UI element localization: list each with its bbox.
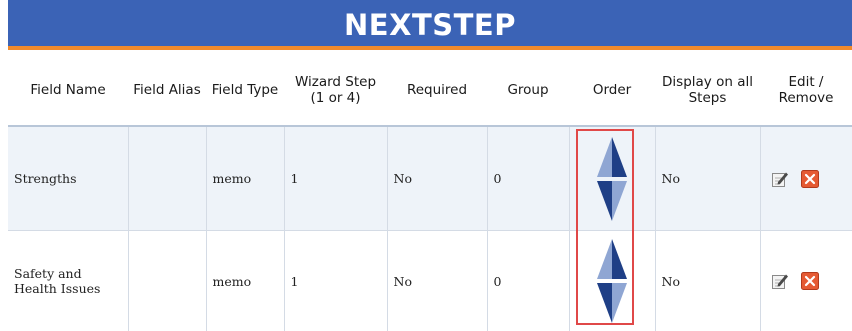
- column-header-edit-remove: Edit / Remove: [760, 54, 852, 127]
- display-all-cell: No: [654, 126, 760, 231]
- column-header-display-all: Display on all Steps: [655, 54, 760, 127]
- remove-icon[interactable]: [800, 272, 819, 290]
- table-header-row: Field Name Field Alias Field Type Wizard…: [8, 54, 852, 127]
- table-row: Strengths memo 1 No 0 No: [8, 126, 852, 231]
- column-header-wizard-step: Wizard Step (1 or 4): [284, 54, 387, 127]
- field-name-cell: Safety and Health Issues: [8, 230, 128, 331]
- remove-icon[interactable]: [800, 169, 819, 188]
- field-name-cell: Strengths: [8, 126, 128, 231]
- edit-icon[interactable]: [771, 272, 789, 290]
- display-all-cell: No: [654, 230, 760, 331]
- row-actions: [767, 272, 847, 290]
- wizard-step-cell: 1: [283, 126, 387, 231]
- column-header-field-type: Field Type: [206, 54, 284, 127]
- arrow-up-icon[interactable]: [592, 237, 632, 281]
- field-type-cell: memo: [205, 230, 284, 331]
- arrow-down-icon[interactable]: [592, 281, 632, 325]
- group-cell: 0: [486, 126, 569, 231]
- order-controls: [584, 135, 640, 223]
- actions-cell: [759, 126, 852, 231]
- actions-cell: [759, 230, 852, 331]
- column-header-group: Group: [487, 54, 569, 127]
- row-actions: [767, 169, 847, 188]
- order-cell: [568, 126, 655, 231]
- wizard-step-cell: 1: [283, 230, 387, 331]
- column-header-order: Order: [569, 54, 655, 127]
- column-header-field-alias: Field Alias: [128, 54, 206, 127]
- order-cell: [568, 230, 655, 331]
- table-row: Safety and Health Issues memo 1 No 0 No: [8, 230, 852, 331]
- field-alias-cell: [127, 126, 206, 231]
- order-controls: [584, 237, 640, 325]
- arrow-up-icon[interactable]: [592, 135, 632, 179]
- fields-table: Field Name Field Alias Field Type Wizard…: [8, 54, 852, 331]
- column-header-field-name: Field Name: [8, 54, 128, 127]
- page-banner: NEXTSTEP: [8, 0, 852, 50]
- arrow-down-icon[interactable]: [592, 179, 632, 223]
- edit-icon[interactable]: [771, 170, 789, 188]
- field-type-cell: memo: [205, 126, 284, 231]
- page-title: NEXTSTEP: [344, 8, 516, 42]
- group-cell: 0: [486, 230, 569, 331]
- field-manager: NEXTSTEP Field Name Field Alias Field Ty…: [0, 0, 852, 331]
- required-cell: No: [386, 230, 487, 331]
- required-cell: No: [386, 126, 487, 231]
- column-header-required: Required: [387, 54, 487, 127]
- field-alias-cell: [127, 230, 206, 331]
